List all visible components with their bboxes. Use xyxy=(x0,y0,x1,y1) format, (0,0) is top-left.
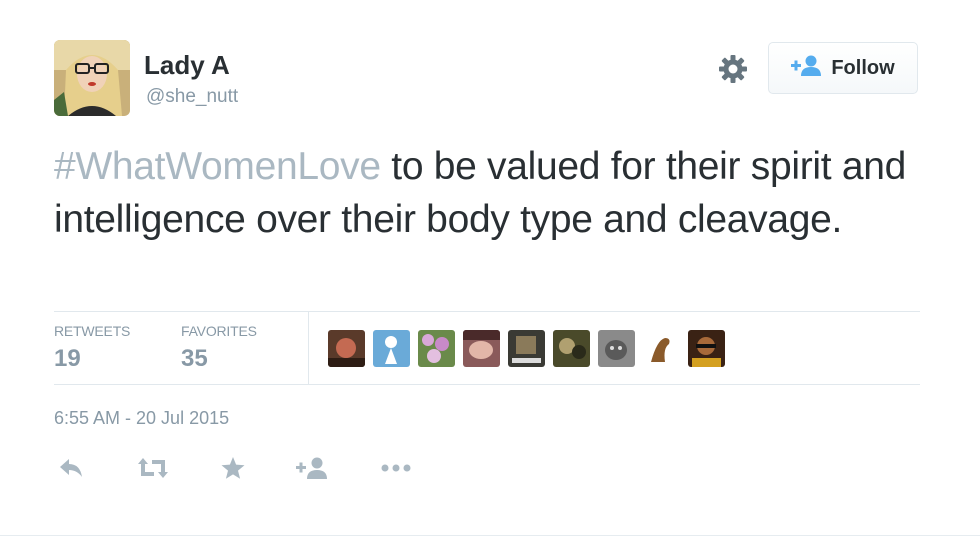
favoriter-avatar[interactable] xyxy=(553,330,590,367)
follow-button-label: Follow xyxy=(831,56,895,79)
stats-bottom-divider xyxy=(54,384,920,385)
user-handle[interactable]: @she_nutt xyxy=(146,86,238,108)
favoriter-avatar[interactable] xyxy=(643,330,680,367)
tweet-text: #WhatWomenLove to be valued for their sp… xyxy=(54,140,934,246)
favoriter-avatar[interactable] xyxy=(688,330,725,367)
favoriter-avatar[interactable] xyxy=(598,330,635,367)
follow-icon[interactable] xyxy=(296,454,328,482)
stats-top-divider xyxy=(54,311,920,312)
favoriter-avatar[interactable] xyxy=(373,330,410,367)
more-icon[interactable] xyxy=(381,454,411,482)
gear-icon[interactable] xyxy=(716,52,750,86)
retweets-count: 19 xyxy=(54,345,81,372)
follow-button[interactable]: Follow xyxy=(768,42,918,94)
favorites-count: 35 xyxy=(181,345,208,372)
user-avatar[interactable] xyxy=(54,40,130,116)
retweets-label: RETWEETS xyxy=(54,323,131,339)
favorites-stat[interactable]: FAVORITES 35 xyxy=(181,323,257,373)
tweet-card: Lady A @she_nutt Follow #WhatWomenLove t… xyxy=(0,0,980,539)
favoriter-avatar[interactable] xyxy=(418,330,455,367)
tweet-timestamp[interactable]: 6:55 AM - 20 Jul 2015 xyxy=(54,408,229,429)
favoriter-avatar[interactable] xyxy=(508,330,545,367)
follow-user-icon xyxy=(791,55,822,82)
stats-vertical-divider xyxy=(308,312,309,384)
favoriter-avatar[interactable] xyxy=(328,330,365,367)
retweets-stat[interactable]: RETWEETS 19 xyxy=(54,323,130,373)
favoriter-avatar[interactable] xyxy=(463,330,500,367)
card-bottom-divider xyxy=(0,535,980,536)
favoriter-avatars xyxy=(328,330,725,367)
user-display-name[interactable]: Lady A xyxy=(144,50,230,81)
reply-icon[interactable] xyxy=(58,454,84,482)
favorite-icon[interactable] xyxy=(220,454,246,482)
hashtag-link[interactable]: #WhatWomenLove xyxy=(54,145,381,188)
favorites-label: FAVORITES xyxy=(181,323,257,339)
retweet-icon[interactable] xyxy=(137,454,169,482)
